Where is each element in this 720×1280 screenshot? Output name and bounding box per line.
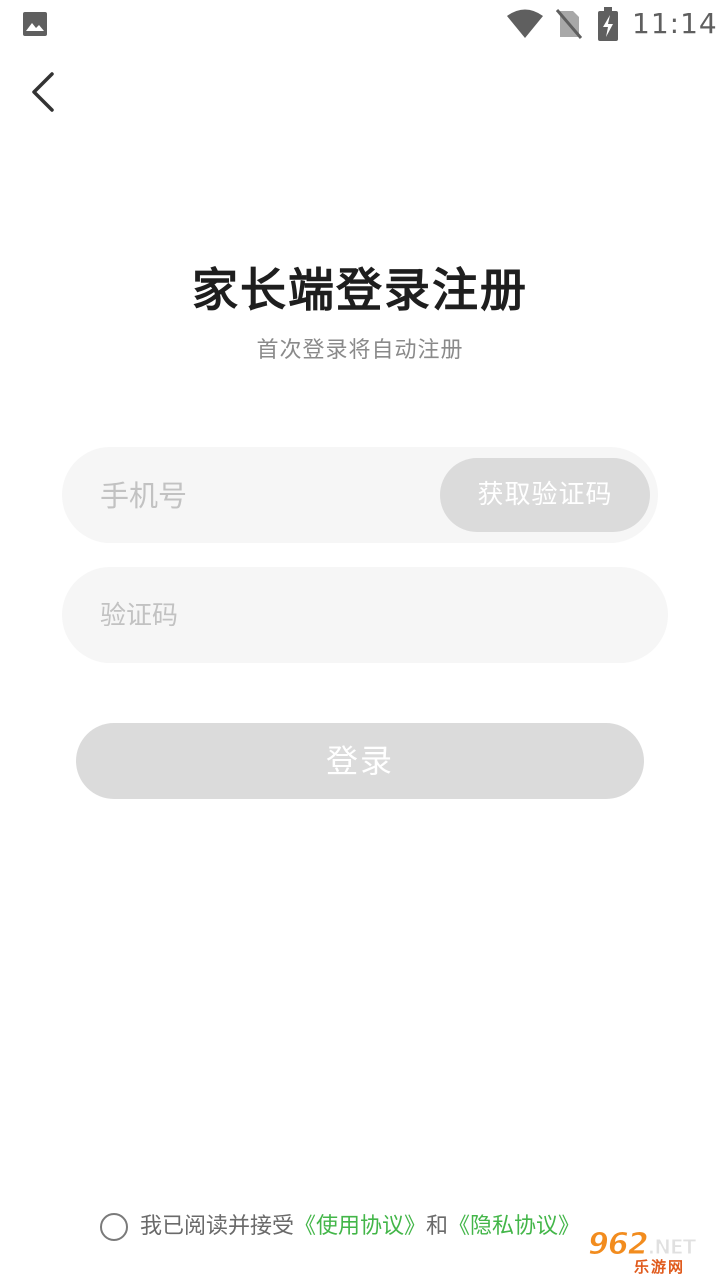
agree-checkbox[interactable] — [100, 1213, 128, 1241]
wifi-icon — [507, 9, 543, 38]
status-bar: 11:14 — [0, 0, 720, 48]
chevron-left-icon — [32, 72, 54, 112]
privacy-link[interactable]: 《隐私协议》 — [448, 1209, 580, 1245]
phone-input[interactable] — [98, 469, 432, 523]
login-screen: 11:14 家长端登录注册 首次登录将自动注册 获取验证码 登录 我已阅读并接受… — [0, 0, 720, 1280]
back-button[interactable] — [18, 62, 74, 122]
page-subtitle: 首次登录将自动注册 — [256, 338, 464, 363]
code-input[interactable] — [98, 589, 622, 643]
agreement-conjunction: 和 — [426, 1214, 449, 1239]
terms-link[interactable]: 《使用协议》 — [294, 1209, 426, 1245]
login-button[interactable]: 登录 — [76, 723, 644, 799]
agreement-prefix: 我已阅读并接受 — [140, 1214, 295, 1239]
battery-charging-icon — [598, 7, 618, 41]
agreement-row: 我已阅读并接受 《使用协议》 和 《隐私协议》 — [100, 1209, 580, 1245]
get-code-button[interactable]: 获取验证码 — [440, 458, 650, 532]
site-watermark: 962.NET 乐游网 — [584, 1227, 716, 1276]
code-row — [62, 567, 668, 663]
phone-row: 获取验证码 — [62, 447, 658, 543]
no-sim-icon — [556, 9, 582, 39]
watermark-sub: 乐游网 — [634, 1258, 686, 1276]
page-title: 家长端登录注册 — [192, 263, 528, 317]
status-time: 11:14 — [632, 7, 718, 40]
gallery-icon — [23, 12, 47, 36]
